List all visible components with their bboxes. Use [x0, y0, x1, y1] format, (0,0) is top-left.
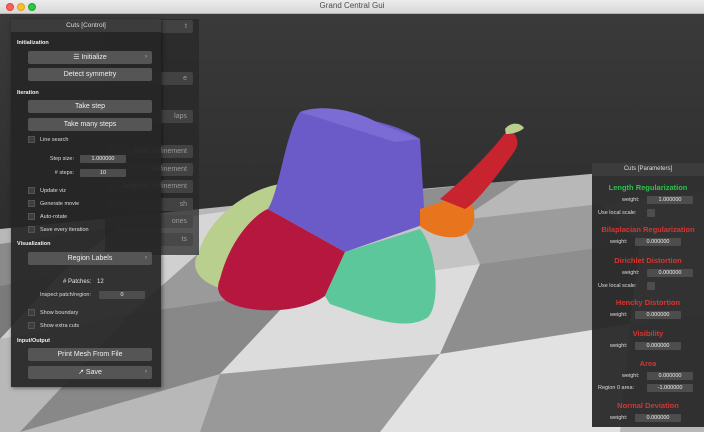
visibility-weight-field[interactable]: 0.000000	[635, 342, 681, 350]
export-icon: ↗	[78, 369, 84, 376]
save-every-iteration-checkbox[interactable]: Save every iteration	[28, 226, 89, 234]
chevron-right-icon: ›	[145, 369, 147, 375]
step-size-field[interactable]: 1.000000	[80, 155, 126, 163]
steps-label: # steps:	[54, 170, 74, 176]
save-button[interactable]: ↗ Save ›	[28, 366, 152, 379]
patches-count: # Patches: 12	[63, 279, 104, 285]
hencky-header[interactable]: Hencky Distortion	[592, 298, 704, 307]
detect-symmetry-button[interactable]: Detect symmetry	[28, 68, 152, 81]
bilaplacian-header[interactable]: Bilaplacian Regularization	[592, 225, 704, 234]
region-labels-dropdown[interactable]: Region Labels ›	[28, 252, 152, 265]
window-title: Grand Central Gui	[319, 1, 385, 10]
show-extra-cuts-checkbox[interactable]: Show extra cuts	[28, 322, 79, 330]
length-weight-field[interactable]: 1.000000	[647, 196, 693, 204]
generate-movie-label: Generate movie	[40, 201, 80, 207]
length-regularization-header[interactable]: Length Regularization	[592, 183, 704, 192]
normal-deviation-header[interactable]: Normal Deviation	[592, 401, 704, 410]
dirichlet-header[interactable]: Dirichlet Distortion	[592, 256, 704, 265]
parameters-panel-title[interactable]: Cuts [Parameters]	[592, 163, 704, 176]
auto-rotate-checkbox[interactable]: Auto-rotate	[28, 213, 67, 221]
dirichlet-local-scale-checkbox[interactable]	[647, 282, 655, 290]
step-size-label: Step size:	[49, 156, 74, 162]
cuts-parameters-panel: Cuts [Parameters] Length Regularization …	[592, 163, 704, 427]
chevron-right-icon: ›	[145, 255, 147, 261]
length-local-scale-label: Use local scale:	[598, 210, 637, 216]
region-area-label: Region 0 area:	[598, 385, 635, 391]
initialize-label: Initialize	[81, 54, 107, 61]
inspect-patch-field[interactable]: 0	[99, 291, 145, 299]
patches-label: # Patches:	[63, 279, 92, 285]
length-weight-label: weight:	[622, 197, 640, 203]
auto-rotate-label: Auto-rotate	[40, 214, 68, 220]
normal-deviation-weight-label: weight:	[610, 415, 628, 421]
take-many-steps-button[interactable]: Take many steps	[28, 118, 152, 131]
bilaplacian-weight-field[interactable]: 0.000000	[635, 238, 681, 246]
bilaplacian-weight-label: weight:	[610, 239, 628, 245]
iteration-header[interactable]: Iteration	[17, 90, 39, 96]
generate-movie-checkbox[interactable]: Generate movie	[28, 200, 79, 208]
length-local-scale-checkbox[interactable]	[647, 209, 655, 217]
initialize-button[interactable]: ☰ Initialize ›	[28, 51, 152, 64]
save-label: Save	[85, 369, 102, 376]
initialization-header[interactable]: Initialization	[17, 40, 49, 46]
visibility-weight-label: weight:	[610, 343, 628, 349]
inspect-patch-label: Inspect patch/region:	[39, 292, 91, 298]
checkbox-box	[28, 200, 35, 208]
area-weight-field[interactable]: 0.000000	[647, 372, 693, 380]
update-viz-checkbox[interactable]: Update viz	[28, 187, 66, 195]
region-area-field[interactable]: -1.000000	[647, 384, 693, 392]
dirichlet-weight-label: weight:	[622, 270, 640, 276]
checkbox-box	[28, 322, 35, 330]
show-boundary-label: Show boundary	[40, 310, 79, 316]
checkbox-box	[28, 213, 35, 221]
checkbox-box	[28, 136, 35, 144]
dirichlet-weight-field[interactable]: 0.000000	[647, 269, 693, 277]
line-search-checkbox[interactable]: Line search	[28, 136, 68, 144]
line-search-label: Line search	[40, 137, 69, 143]
cuts-control-panel: Cuts [Control] Initialization ☰ Initiali…	[11, 19, 161, 387]
save-every-iteration-label: Save every iteration	[40, 227, 89, 233]
dirichlet-local-scale-label: Use local scale:	[598, 283, 637, 289]
window-titlebar: Grand Central Gui	[0, 0, 704, 14]
checkbox-box	[28, 309, 35, 317]
steps-field[interactable]: 10	[80, 169, 126, 177]
area-weight-label: weight:	[622, 373, 640, 379]
region-labels-label: Region Labels	[67, 255, 113, 262]
visibility-header[interactable]: Visibility	[592, 329, 704, 338]
stack-icon: ☰	[73, 54, 80, 61]
hencky-weight-field[interactable]: 0.000000	[635, 311, 681, 319]
take-step-button[interactable]: Take step	[28, 100, 152, 113]
show-extra-cuts-label: Show extra cuts	[40, 323, 80, 329]
update-viz-label: Update viz	[40, 188, 66, 194]
input-output-header[interactable]: Input/Output	[17, 338, 50, 344]
control-panel-title[interactable]: Cuts [Control]	[11, 19, 161, 32]
checkbox-box	[28, 226, 35, 234]
print-mesh-button[interactable]: Print Mesh From File	[28, 348, 152, 361]
hencky-weight-label: weight:	[610, 312, 628, 318]
normal-deviation-weight-field[interactable]: 0.000000	[635, 414, 681, 422]
show-boundary-checkbox[interactable]: Show boundary	[28, 309, 78, 317]
area-header[interactable]: Area	[592, 359, 704, 368]
chevron-right-icon: ›	[145, 54, 147, 60]
checkbox-box	[28, 187, 35, 195]
visualization-header[interactable]: Visualization	[17, 241, 51, 247]
patches-value: 12	[97, 279, 104, 285]
